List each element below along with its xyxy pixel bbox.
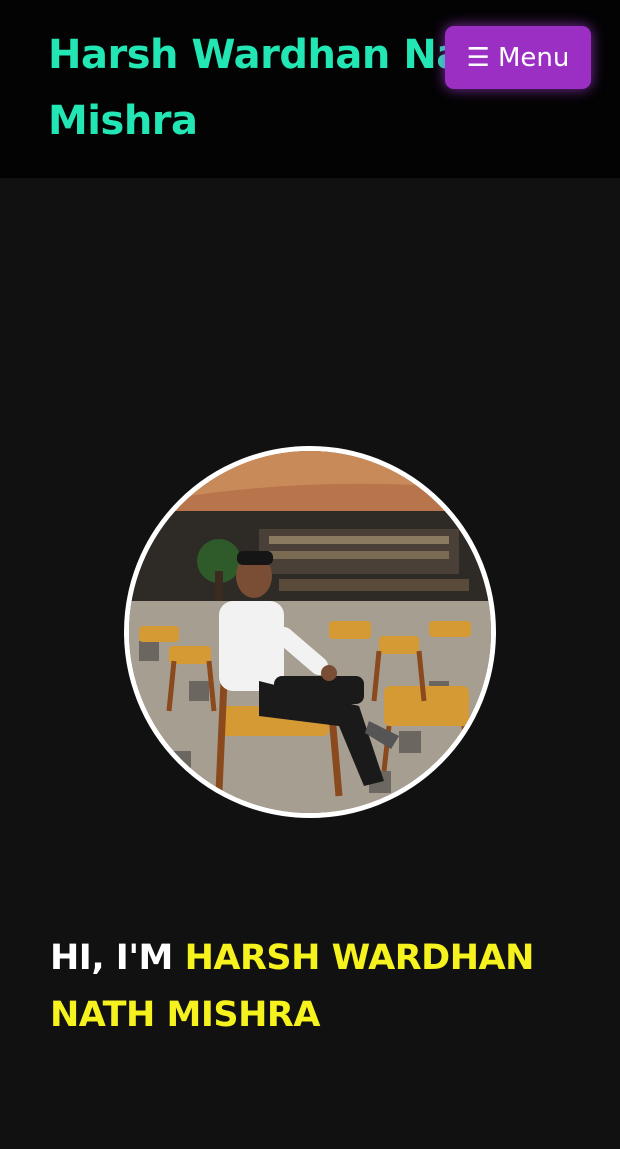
hero-greeting: HI, I'M xyxy=(50,938,185,978)
menu-button-label: Menu xyxy=(497,42,570,73)
menu-button[interactable]: ☰ Menu xyxy=(445,26,591,89)
profile-photo-image xyxy=(129,451,491,813)
hamburger-icon: ☰ xyxy=(466,42,490,73)
site-header: Harsh Wardhan Nath Mishra ☰ Menu xyxy=(0,0,620,178)
hero-intro: HI, I'M HARSH WARDHAN NATH MISHRA xyxy=(50,930,590,1044)
profile-photo xyxy=(124,446,496,818)
